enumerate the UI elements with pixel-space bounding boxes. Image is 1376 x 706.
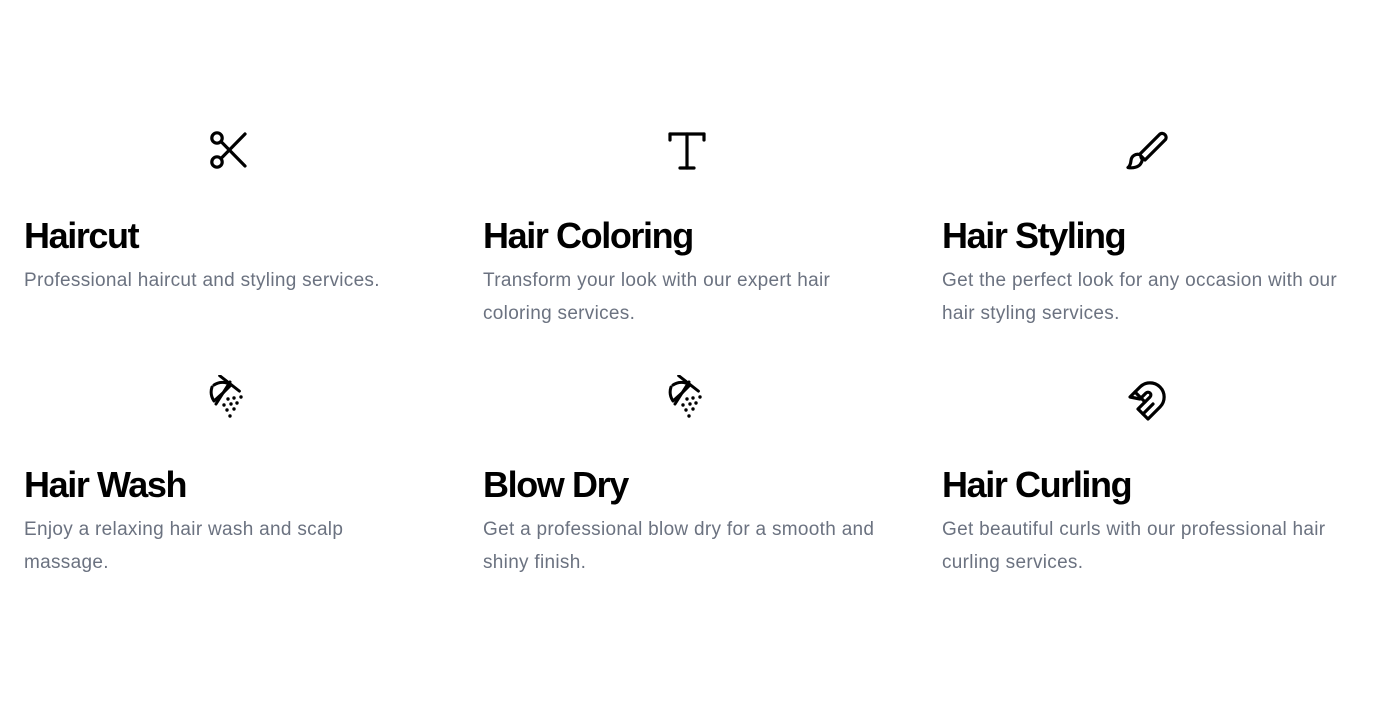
service-title: Hair Coloring bbox=[483, 215, 694, 256]
scissors-icon bbox=[210, 131, 247, 169]
service-card-blow-dry: Blow Dry Get a professional blow dry for… bbox=[483, 375, 919, 624]
magnet-icon bbox=[1128, 381, 1166, 421]
service-card-hair-coloring: Hair Coloring Transform your look with o… bbox=[483, 126, 919, 375]
text-t-icon bbox=[668, 132, 706, 170]
service-card-hair-styling: Hair Styling Get the perfect look for an… bbox=[942, 126, 1376, 375]
service-description: Get the perfect look for any occasion wi… bbox=[942, 270, 1338, 324]
shower-icon bbox=[209, 375, 243, 418]
service-title: Hair Wash bbox=[24, 464, 188, 505]
service-card-hair-wash: Hair Wash Enjoy a relaxing hair wash and… bbox=[24, 375, 460, 624]
paintbrush-icon bbox=[1126, 131, 1168, 170]
service-title: Hair Styling bbox=[942, 215, 1127, 256]
service-title: Haircut bbox=[24, 215, 140, 256]
shower-icon bbox=[668, 375, 702, 418]
service-card-haircut: Haircut Professional haircut and styling… bbox=[24, 126, 460, 375]
service-card-hair-curling: Hair Curling Get beautiful curls with ou… bbox=[942, 375, 1376, 624]
service-description: Get beautiful curls with our professiona… bbox=[942, 519, 1326, 573]
service-description: Get a professional blow dry for a smooth… bbox=[483, 519, 875, 573]
service-title: Blow Dry bbox=[483, 464, 629, 505]
service-description: Transform your look with our expert hair… bbox=[483, 270, 831, 324]
services-grid: Haircut Professional haircut and styling… bbox=[24, 126, 1358, 624]
service-title: Hair Curling bbox=[942, 464, 1133, 505]
service-description: Enjoy a relaxing hair wash and scalp mas… bbox=[24, 519, 344, 573]
service-description: Professional haircut and styling service… bbox=[24, 270, 380, 291]
